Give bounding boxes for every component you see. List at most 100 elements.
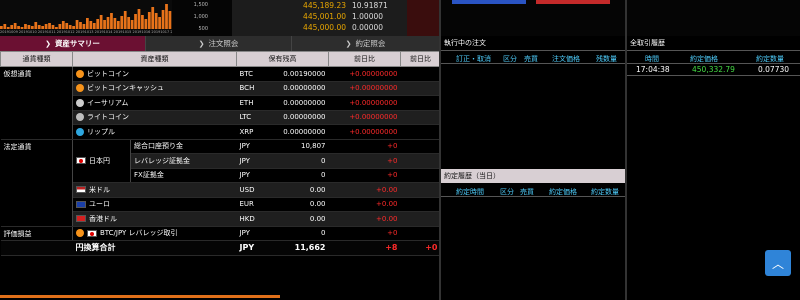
order-book-row[interactable]: 445,001.00 1.00000 [232, 12, 407, 21]
chart-bar [96, 19, 100, 29]
total-symbol: JPY 11,662 [236, 240, 329, 256]
ob-size: 0.00000 [352, 23, 384, 32]
asset-symbol: JPY 0 [236, 153, 329, 169]
tab-order-inquiry[interactable]: ❯ 注文照会 [146, 36, 292, 51]
japan-flag-icon [76, 157, 86, 165]
asset-amount: 0.00000000 [283, 98, 326, 107]
asset-change-2 [400, 225, 441, 241]
horizontal-scrollbar[interactable] [0, 295, 280, 298]
chart-bar [44, 24, 48, 29]
asset-name: BTC/JPY レバレッジ取引 [72, 225, 237, 241]
asset-symbol: EUR 0.00 [236, 197, 329, 212]
table-row: 法定通貨 日本円 総合口座預り金 JPY 10,807 +0 [0, 138, 441, 227]
chart-bar [127, 17, 131, 29]
asset-change: +0.00 [328, 197, 401, 212]
history-row: 17:04:38 450,332.79 0.07730 [630, 65, 796, 75]
asset-name-text: BTC/JPY レバレッジ取引 [100, 229, 178, 238]
divider [627, 50, 800, 51]
asset-name-text: 日本円 [89, 156, 110, 165]
bitcoin-cash-icon [76, 84, 84, 93]
asset-symbol-text: LTC [239, 113, 252, 122]
asset-name: 米ドル [72, 182, 237, 198]
chart-bar [161, 10, 165, 29]
col-header: 前日比 [328, 51, 401, 67]
chart-bar [3, 24, 7, 29]
asset-symbol: BTC 0.00190000 [236, 66, 329, 82]
asset-change: +0 [328, 138, 401, 154]
chart-bar [51, 25, 55, 29]
col-header: 前日比 [400, 51, 441, 67]
back-to-top-button[interactable]: ︿ [765, 250, 791, 276]
scale-label: 1,500 [193, 2, 208, 8]
asset-change: +0 [328, 168, 401, 183]
history-panel-title: 全取引履歴 [630, 39, 665, 47]
asset-symbol-text: HKD [239, 214, 255, 223]
asset-name-text: リップル [87, 127, 115, 136]
litecoin-icon [76, 113, 84, 122]
total-amount: 11,662 [294, 243, 326, 253]
asset-symbol: JPY 10,807 [236, 138, 329, 154]
asset-name: ライトコイン [72, 110, 237, 125]
chart-bar [154, 13, 158, 29]
chart-bar [158, 17, 161, 29]
asset-symbol-text: JPY [239, 156, 250, 165]
order-book: 445,189.23 10.91871 445,001.00 1.00000 4… [232, 0, 407, 36]
bitcoin-icon [76, 229, 84, 238]
table-row: 評価損益 BTC/JPY レバレッジ取引 JPY 0 +0 [0, 225, 441, 241]
tab-asset-summary[interactable]: ❯ 資産サマリー [0, 36, 146, 51]
chart-bar [48, 23, 51, 29]
asset-change: +0.00 [328, 182, 401, 198]
section-label: 法定通貨 [0, 138, 73, 227]
asset-name: 日本円 [72, 138, 131, 183]
chart-bar [0, 26, 3, 29]
total-symbol-text: JPY [239, 243, 255, 253]
ob-size: 1.00000 [352, 12, 384, 21]
chart-bar [72, 26, 75, 29]
asset-change-2 [400, 182, 441, 198]
section-label: 評価損益 [0, 225, 73, 241]
asset-name: 香港ドル [72, 211, 237, 227]
orders-panel-title: 執行中の注文 [444, 39, 486, 47]
order-book-row[interactable]: 445,000.00 0.00000 [232, 23, 407, 32]
asset-subtype: 総合口座預り金 [130, 138, 237, 154]
asset-change: +0.00000000 [328, 81, 401, 96]
asset-name: ビットコイン [72, 66, 237, 82]
history-price: 450,332.79 [692, 65, 735, 74]
asset-name-text: ライトコイン [87, 113, 129, 122]
asset-name-text: ユーロ [89, 200, 110, 209]
asset-change-2 [400, 95, 441, 111]
table-row: 仮想通貨 ビットコイン BTC 0.00190000 +0.00000000 [0, 66, 441, 140]
sell-depth-bar [407, 0, 440, 36]
asset-change-2 [400, 197, 441, 212]
sell-button[interactable] [452, 0, 526, 4]
asset-change: +0.00000000 [328, 110, 401, 125]
col-header: 通貨種類 [0, 51, 73, 67]
divider [627, 63, 800, 64]
asset-symbol: LTC 0.00000000 [236, 110, 329, 125]
chart-scale: 1,500 1,000 500 [176, 0, 210, 36]
chart-bar [99, 15, 103, 29]
table-header: 通貨種類 資産種類 保有残高 前日比 前日比 [0, 51, 441, 67]
chart-bar [92, 23, 96, 29]
asset-name: ビットコインキャッシュ [72, 81, 237, 96]
divider [441, 63, 625, 64]
order-book-row[interactable]: 445,189.23 10.91871 [232, 1, 407, 10]
asset-subtype: レバレッジ証拠金 [130, 153, 237, 169]
tab-fill-inquiry[interactable]: ❯ 約定照会 [292, 36, 440, 51]
chart-bar [168, 11, 172, 29]
asset-symbol: JPY 0 [236, 168, 329, 183]
asset-name-text: 米ドル [89, 185, 110, 194]
asset-symbol: HKD 0.00 [236, 211, 329, 227]
asset-name: ユーロ [72, 197, 237, 212]
scale-label: 500 [198, 26, 208, 32]
buy-button[interactable] [536, 0, 610, 4]
asset-amount: 0.00190000 [283, 69, 326, 78]
asset-symbol: BCH 0.00000000 [236, 81, 329, 96]
asset-symbol-text: BCH [239, 84, 255, 93]
chart-bar [134, 14, 137, 29]
asset-name-text: ビットコイン [87, 69, 129, 78]
chart-bar [82, 24, 86, 29]
asset-symbol-text: XRP [239, 127, 254, 136]
chevron-down-icon: ❯ [45, 39, 51, 48]
col-header: 資産種類 [72, 51, 237, 67]
